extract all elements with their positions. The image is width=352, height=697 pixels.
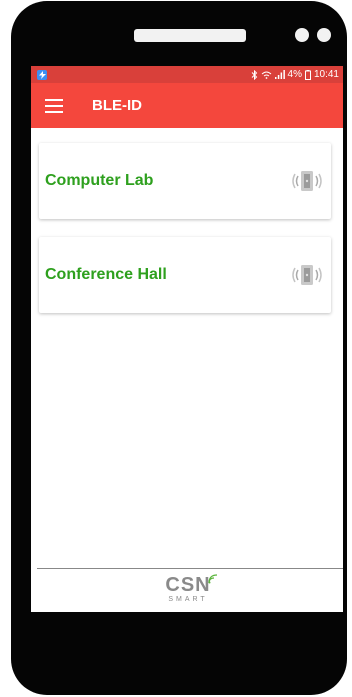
csn-smart-logo: CSN SMART bbox=[148, 574, 228, 608]
room-title: Conference Hall bbox=[45, 266, 167, 283]
hamburger-menu-icon[interactable] bbox=[45, 98, 63, 113]
phone-speaker bbox=[134, 29, 246, 42]
room-card-conference-hall[interactable]: Conference Hall bbox=[39, 237, 331, 313]
footer-divider bbox=[37, 568, 343, 569]
notification-icon bbox=[37, 69, 47, 80]
status-bar: 4% 10:41 bbox=[31, 66, 343, 83]
wifi-icon bbox=[261, 71, 271, 79]
beacon-icon bbox=[289, 260, 325, 290]
bluetooth-icon bbox=[251, 69, 257, 80]
room-card-computer-lab[interactable]: Computer Lab bbox=[39, 143, 331, 219]
wireless-icon bbox=[208, 574, 218, 584]
status-time: 10:41 bbox=[313, 69, 339, 80]
logo-sub-text: SMART bbox=[168, 596, 208, 603]
room-title: Computer Lab bbox=[45, 172, 154, 189]
signal-icon bbox=[274, 70, 285, 79]
phone-sensor bbox=[317, 28, 331, 42]
battery-percent: 4% bbox=[287, 69, 302, 80]
app-title: BLE-ID bbox=[92, 97, 142, 114]
phone-camera bbox=[295, 28, 309, 42]
beacon-icon bbox=[289, 166, 325, 196]
app-bar: BLE-ID bbox=[31, 83, 343, 128]
battery-icon bbox=[304, 69, 311, 80]
app-screen: 4% 10:41 BLE-ID Computer Lab Conference … bbox=[31, 66, 343, 612]
